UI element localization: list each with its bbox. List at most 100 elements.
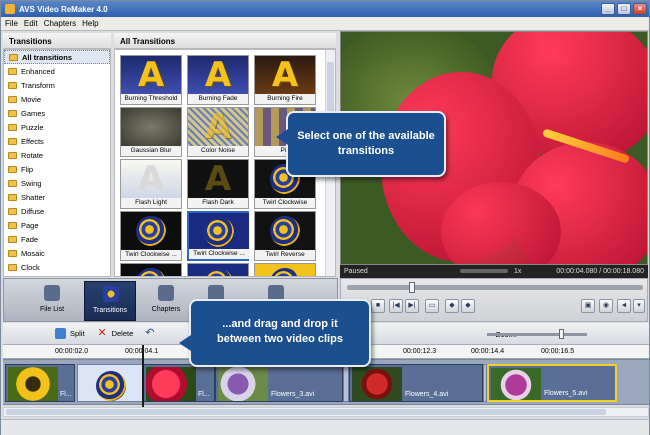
video-clip[interactable]: Flowers_5.avi bbox=[487, 364, 617, 402]
category-item[interactable]: Page bbox=[4, 218, 110, 232]
folder-icon bbox=[8, 235, 17, 243]
speed-slider[interactable] bbox=[460, 269, 508, 273]
transition-tile[interactable]: A Burning Fire bbox=[254, 55, 316, 105]
category-item[interactable]: Swing bbox=[4, 176, 110, 190]
snapshot-button[interactable]: ◉ bbox=[599, 299, 613, 313]
video-clip[interactable]: Fl... bbox=[5, 364, 75, 402]
menu-chapters[interactable]: Chapters bbox=[44, 19, 76, 28]
video-clip[interactable]: Fl... bbox=[143, 364, 215, 402]
chapters-icon bbox=[158, 285, 174, 301]
chapters-button[interactable]: Chapters bbox=[140, 281, 192, 321]
mark-out-button[interactable]: ◆ bbox=[461, 299, 475, 313]
category-item[interactable]: Games bbox=[4, 106, 110, 120]
maximize-button[interactable]: □ bbox=[617, 3, 631, 15]
category-item[interactable]: Puzzle bbox=[4, 120, 110, 134]
split-button[interactable]: Split bbox=[49, 325, 91, 343]
prev-frame-button[interactable]: |◀ bbox=[389, 299, 403, 313]
transition-tile[interactable]: A Burning Threshold bbox=[120, 55, 182, 105]
transition-tile[interactable] bbox=[120, 263, 182, 276]
category-item[interactable]: Transform bbox=[4, 78, 110, 92]
ruler-label: 00:00:02.0 bbox=[55, 348, 89, 355]
folder-icon bbox=[8, 221, 17, 229]
fullscreen-preview-button[interactable]: ▭ bbox=[425, 299, 439, 313]
category-item[interactable]: Clock bbox=[4, 260, 110, 274]
transition-tile[interactable]: Twirl Clockwise ... bbox=[120, 211, 182, 261]
transition-preview-a: A bbox=[137, 159, 165, 199]
category-item[interactable]: Movie bbox=[4, 92, 110, 106]
transitions-button[interactable]: Transitions bbox=[84, 281, 136, 321]
mark-in-button[interactable]: ◆ bbox=[445, 299, 459, 313]
volume-icon[interactable]: ◄ bbox=[617, 299, 631, 313]
transition-tile[interactable]: Gaussian Blur bbox=[120, 107, 182, 157]
twirl-preview-icon bbox=[136, 216, 166, 246]
menu-help[interactable]: Help bbox=[82, 19, 98, 28]
transition-preview-a: A bbox=[204, 55, 232, 95]
folder-icon bbox=[8, 165, 17, 173]
menu-file[interactable]: File bbox=[5, 19, 18, 28]
next-frame-button[interactable]: ▶| bbox=[405, 299, 419, 313]
stop-button[interactable]: ■ bbox=[371, 299, 385, 313]
clip-thumbnail bbox=[491, 368, 541, 400]
zoom-slider[interactable] bbox=[487, 329, 587, 339]
ruler-label: 00:00:16.5 bbox=[541, 348, 575, 355]
seek-bar[interactable] bbox=[347, 282, 643, 293]
transition-preview-a: A bbox=[204, 159, 232, 199]
file-list-button[interactable]: File List bbox=[26, 281, 78, 321]
category-item[interactable]: Rotate bbox=[4, 148, 110, 162]
ruler-label: 00:00:12.3 bbox=[403, 348, 437, 355]
folder-icon bbox=[8, 67, 17, 75]
transition-slot[interactable] bbox=[77, 364, 143, 402]
seek-knob[interactable] bbox=[409, 282, 415, 293]
undo-icon: ↶ bbox=[145, 327, 155, 339]
folder-icon bbox=[8, 193, 17, 201]
category-item[interactable]: Shatter bbox=[4, 190, 110, 204]
close-button[interactable]: × bbox=[633, 3, 647, 15]
all-transitions-header: All Transitions bbox=[114, 33, 336, 49]
timeline-scrollbar[interactable] bbox=[3, 407, 649, 417]
folder-icon bbox=[8, 81, 17, 89]
ruler-label: 00:00:14.4 bbox=[471, 348, 505, 355]
window-title: AVS Video ReMaker 4.0 bbox=[19, 4, 108, 14]
folder-icon bbox=[8, 179, 17, 187]
player-status: Paused bbox=[344, 268, 368, 275]
app-window: AVS Video ReMaker 4.0 _ □ × File Edit Ch… bbox=[0, 0, 650, 435]
transition-tile[interactable]: A Color Noise bbox=[187, 107, 249, 157]
twirl-preview-icon bbox=[270, 268, 300, 276]
transition-tile[interactable]: A Burning Fade bbox=[187, 55, 249, 105]
transition-tile[interactable] bbox=[187, 263, 249, 276]
split-icon bbox=[55, 328, 66, 339]
folder-icon bbox=[8, 95, 17, 103]
clip-thumbnail bbox=[218, 367, 268, 401]
category-item[interactable]: Effects bbox=[4, 134, 110, 148]
transition-tile[interactable] bbox=[254, 263, 316, 276]
category-item[interactable]: Fade bbox=[4, 232, 110, 246]
minimize-button[interactable]: _ bbox=[601, 3, 615, 15]
category-item[interactable]: Enhanced bbox=[4, 64, 110, 78]
menu-edit[interactable]: Edit bbox=[24, 19, 38, 28]
player-time: 00:00:04.080 / 00:00:18.080 bbox=[556, 268, 644, 275]
title-bar: AVS Video ReMaker 4.0 _ □ × bbox=[1, 1, 649, 17]
transition-tile[interactable]: A Flash Dark bbox=[187, 159, 249, 209]
twirl-preview-icon bbox=[204, 217, 234, 247]
volume-dropdown[interactable]: ▾ bbox=[633, 299, 645, 313]
video-clip[interactable]: Flowers_4.avi bbox=[349, 364, 483, 402]
folder-icon bbox=[8, 207, 17, 215]
playhead[interactable] bbox=[142, 345, 144, 407]
transition-tile[interactable]: Twirl Reverse bbox=[254, 211, 316, 261]
undo-button[interactable]: ↶ bbox=[139, 325, 166, 343]
zoom-knob[interactable] bbox=[559, 329, 564, 339]
category-list: All transitions Enhanced Transform Movie… bbox=[3, 49, 111, 277]
transition-preview-a: A bbox=[204, 107, 232, 147]
category-item[interactable]: Flip bbox=[4, 162, 110, 176]
video-clip[interactable]: Flowers_3.avi bbox=[215, 364, 343, 402]
delete-button[interactable]: ✕ Delete bbox=[91, 325, 140, 343]
transition-tile[interactable]: A Flash Light bbox=[120, 159, 182, 209]
category-item[interactable]: Diffuse bbox=[4, 204, 110, 218]
category-all-transitions[interactable]: All transitions bbox=[4, 50, 110, 64]
transition-tile-selected[interactable]: Twirl Clockwise ... bbox=[187, 211, 249, 261]
monitor-icon[interactable]: ▣ bbox=[581, 299, 595, 313]
category-item[interactable]: Mosaic bbox=[4, 246, 110, 260]
transition-preview-a: A bbox=[137, 55, 165, 95]
player-status-bar: Paused 1x 00:00:04.080 / 00:00:18.080 bbox=[340, 265, 648, 278]
timeline-scroll-thumb[interactable] bbox=[6, 409, 606, 415]
